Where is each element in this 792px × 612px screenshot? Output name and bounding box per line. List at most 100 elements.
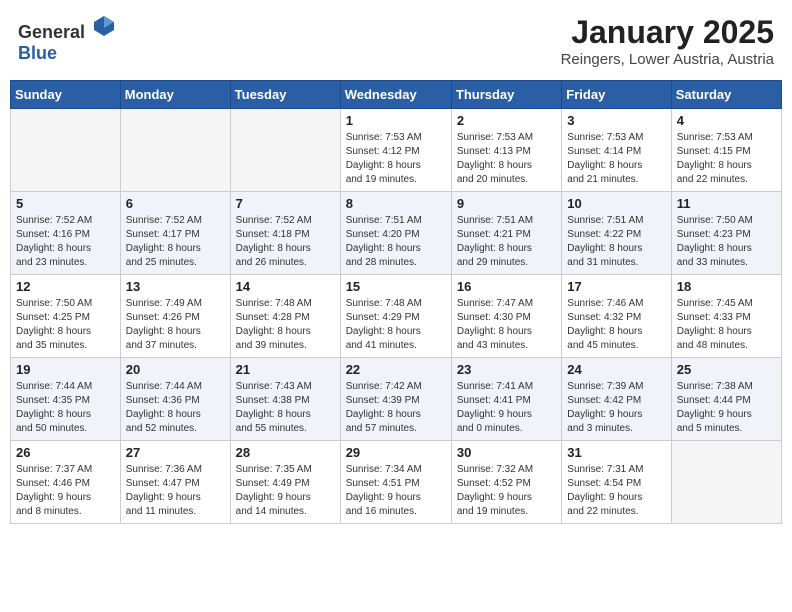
weekday-header-monday: Monday: [120, 81, 230, 109]
logo-blue: Blue: [18, 43, 57, 63]
calendar-cell: 20 Sunrise: 7:44 AM Sunset: 4:36 PM Dayli…: [120, 358, 230, 441]
day-info: Sunrise: 7:46 AM Sunset: 4:32 PM Dayligh…: [567, 297, 665, 353]
calendar-cell: 18 Sunrise: 7:45 AM Sunset: 4:33 PM Dayli…: [671, 275, 781, 358]
location-title: Reingers, Lower Austria, Austria: [561, 51, 774, 68]
day-number: 11: [677, 196, 776, 211]
calendar-cell: [671, 441, 781, 524]
day-info: Sunrise: 7:39 AM Sunset: 4:42 PM Dayligh…: [567, 380, 665, 436]
logo-icon: [92, 14, 116, 38]
calendar-cell: 26Sunrise: 7:37 AM Sunset: 4:46 PM Dayli…: [11, 441, 121, 524]
day-number: 7: [236, 196, 335, 211]
day-number: 2: [457, 113, 556, 128]
day-number: 6: [126, 196, 225, 211]
day-number: 24: [567, 362, 665, 377]
day-info: Sunrise: 7:50 AM Sunset: 4:23 PM Dayligh…: [677, 214, 776, 270]
calendar-cell: 28 Sunrise: 7:35 AM Sunset: 4:49 PM Dayli…: [230, 441, 340, 524]
calendar-cell: [230, 109, 340, 192]
calendar-cell: 24 Sunrise: 7:39 AM Sunset: 4:42 PM Dayli…: [562, 358, 671, 441]
calendar-cell: 23 Sunrise: 7:41 AM Sunset: 4:41 PM Dayli…: [451, 358, 561, 441]
weekday-header-wednesday: Wednesday: [340, 81, 451, 109]
day-info: Sunrise: 7:41 AM Sunset: 4:41 PM Dayligh…: [457, 380, 556, 436]
title-section: January 2025 Reingers, Lower Austria, Au…: [561, 14, 774, 68]
day-number: 4: [677, 113, 776, 128]
calendar-cell: 11 Sunrise: 7:50 AM Sunset: 4:23 PM Dayli…: [671, 192, 781, 275]
day-info: Sunrise: 7:49 AM Sunset: 4:26 PM Dayligh…: [126, 297, 225, 353]
calendar-cell: 15Sunrise: 7:48 AM Sunset: 4:29 PM Dayli…: [340, 275, 451, 358]
day-number: 28: [236, 445, 335, 460]
day-info: Sunrise: 7:47 AM Sunset: 4:30 PM Dayligh…: [457, 297, 556, 353]
day-info: Sunrise: 7:52 AM Sunset: 4:17 PM Dayligh…: [126, 214, 225, 270]
calendar-header: SundayMondayTuesdayWednesdayThursdayFrid…: [11, 81, 782, 109]
weekday-header-saturday: Saturday: [671, 81, 781, 109]
day-info: Sunrise: 7:53 AM Sunset: 4:15 PM Dayligh…: [677, 131, 776, 187]
day-number: 13: [126, 279, 225, 294]
calendar-cell: 1 Sunrise: 7:53 AM Sunset: 4:12 PM Daylig…: [340, 109, 451, 192]
day-number: 8: [346, 196, 446, 211]
calendar-body: 1 Sunrise: 7:53 AM Sunset: 4:12 PM Daylig…: [11, 109, 782, 524]
day-info: Sunrise: 7:38 AM Sunset: 4:44 PM Dayligh…: [677, 380, 776, 436]
calendar-cell: 4 Sunrise: 7:53 AM Sunset: 4:15 PM Daylig…: [671, 109, 781, 192]
calendar-week-4: 19 Sunrise: 7:44 AM Sunset: 4:35 PM Dayli…: [11, 358, 782, 441]
day-info: Sunrise: 7:51 AM Sunset: 4:22 PM Dayligh…: [567, 214, 665, 270]
day-info: Sunrise: 7:48 AM Sunset: 4:28 PM Dayligh…: [236, 297, 335, 353]
day-info: Sunrise: 7:53 AM Sunset: 4:12 PM Dayligh…: [346, 131, 446, 187]
day-number: 29: [346, 445, 446, 460]
day-number: 16: [457, 279, 556, 294]
day-number: 1: [346, 113, 446, 128]
calendar-cell: 31Sunrise: 7:31 AM Sunset: 4:54 PM Dayli…: [562, 441, 671, 524]
day-number: 23: [457, 362, 556, 377]
calendar-cell: 30Sunrise: 7:32 AM Sunset: 4:52 PM Dayli…: [451, 441, 561, 524]
day-number: 26: [16, 445, 115, 460]
day-info: Sunrise: 7:51 AM Sunset: 4:21 PM Dayligh…: [457, 214, 556, 270]
day-number: 5: [16, 196, 115, 211]
weekday-header-thursday: Thursday: [451, 81, 561, 109]
day-info: Sunrise: 7:44 AM Sunset: 4:35 PM Dayligh…: [16, 380, 115, 436]
day-info: Sunrise: 7:52 AM Sunset: 4:18 PM Dayligh…: [236, 214, 335, 270]
day-info: Sunrise: 7:45 AM Sunset: 4:33 PM Dayligh…: [677, 297, 776, 353]
logo: General Blue: [18, 14, 116, 64]
day-number: 20: [126, 362, 225, 377]
day-info: Sunrise: 7:52 AM Sunset: 4:16 PM Dayligh…: [16, 214, 115, 270]
day-number: 21: [236, 362, 335, 377]
day-info: Sunrise: 7:43 AM Sunset: 4:38 PM Dayligh…: [236, 380, 335, 436]
day-number: 25: [677, 362, 776, 377]
calendar-cell: 5 Sunrise: 7:52 AM Sunset: 4:16 PM Daylig…: [11, 192, 121, 275]
day-info: Sunrise: 7:53 AM Sunset: 4:14 PM Dayligh…: [567, 131, 665, 187]
calendar-cell: 16 Sunrise: 7:47 AM Sunset: 4:30 PM Dayli…: [451, 275, 561, 358]
calendar-cell: 6 Sunrise: 7:52 AM Sunset: 4:17 PM Daylig…: [120, 192, 230, 275]
calendar: SundayMondayTuesdayWednesdayThursdayFrid…: [10, 80, 782, 524]
day-number: 3: [567, 113, 665, 128]
calendar-cell: 27 Sunrise: 7:36 AM Sunset: 4:47 PM Dayli…: [120, 441, 230, 524]
calendar-cell: 7 Sunrise: 7:52 AM Sunset: 4:18 PM Daylig…: [230, 192, 340, 275]
calendar-cell: 2 Sunrise: 7:53 AM Sunset: 4:13 PM Daylig…: [451, 109, 561, 192]
day-number: 27: [126, 445, 225, 460]
day-info: Sunrise: 7:32 AM Sunset: 4:52 PM Dayligh…: [457, 463, 556, 519]
logo-general: General: [18, 22, 85, 42]
calendar-week-5: 26Sunrise: 7:37 AM Sunset: 4:46 PM Dayli…: [11, 441, 782, 524]
day-info: Sunrise: 7:48 AM Sunset: 4:29 PM Dayligh…: [346, 297, 446, 353]
day-info: Sunrise: 7:44 AM Sunset: 4:36 PM Dayligh…: [126, 380, 225, 436]
day-info: Sunrise: 7:51 AM Sunset: 4:20 PM Dayligh…: [346, 214, 446, 270]
day-number: 12: [16, 279, 115, 294]
day-number: 17: [567, 279, 665, 294]
weekday-row: SundayMondayTuesdayWednesdayThursdayFrid…: [11, 81, 782, 109]
day-info: Sunrise: 7:36 AM Sunset: 4:47 PM Dayligh…: [126, 463, 225, 519]
calendar-cell: 25 Sunrise: 7:38 AM Sunset: 4:44 PM Dayli…: [671, 358, 781, 441]
calendar-cell: 19 Sunrise: 7:44 AM Sunset: 4:35 PM Dayli…: [11, 358, 121, 441]
calendar-cell: 9Sunrise: 7:51 AM Sunset: 4:21 PM Daylig…: [451, 192, 561, 275]
day-number: 31: [567, 445, 665, 460]
calendar-cell: 29Sunrise: 7:34 AM Sunset: 4:51 PM Dayli…: [340, 441, 451, 524]
calendar-week-1: 1 Sunrise: 7:53 AM Sunset: 4:12 PM Daylig…: [11, 109, 782, 192]
calendar-cell: 17 Sunrise: 7:46 AM Sunset: 4:32 PM Dayli…: [562, 275, 671, 358]
calendar-cell: 12Sunrise: 7:50 AM Sunset: 4:25 PM Dayli…: [11, 275, 121, 358]
day-number: 14: [236, 279, 335, 294]
day-number: 18: [677, 279, 776, 294]
calendar-cell: 10Sunrise: 7:51 AM Sunset: 4:22 PM Dayli…: [562, 192, 671, 275]
day-number: 19: [16, 362, 115, 377]
day-info: Sunrise: 7:53 AM Sunset: 4:13 PM Dayligh…: [457, 131, 556, 187]
day-info: Sunrise: 7:42 AM Sunset: 4:39 PM Dayligh…: [346, 380, 446, 436]
day-info: Sunrise: 7:35 AM Sunset: 4:49 PM Dayligh…: [236, 463, 335, 519]
calendar-cell: [120, 109, 230, 192]
calendar-week-3: 12Sunrise: 7:50 AM Sunset: 4:25 PM Dayli…: [11, 275, 782, 358]
day-number: 22: [346, 362, 446, 377]
